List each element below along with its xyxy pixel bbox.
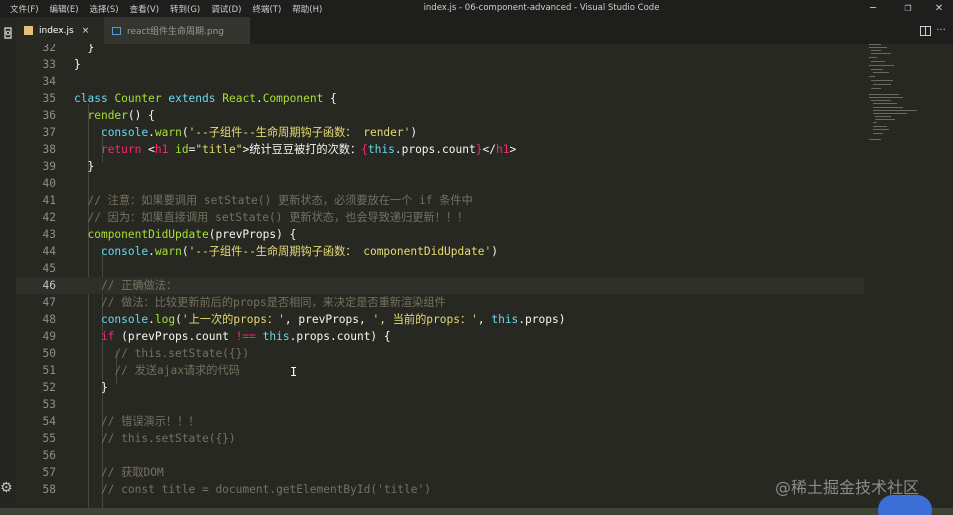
text-cursor-icon: I bbox=[290, 365, 298, 379]
status-bar bbox=[0, 508, 953, 515]
code-line-57: 57 // 获取DOM bbox=[42, 466, 164, 479]
code-line-33: 33 } bbox=[42, 58, 81, 71]
tab-bar: index.js × react组件生命周期.png ··· bbox=[16, 17, 953, 44]
tab-index-js[interactable]: index.js × bbox=[16, 17, 104, 44]
video-play-button[interactable] bbox=[878, 495, 932, 515]
code-line-45: 45 bbox=[42, 262, 56, 275]
code-line-38: 38 return <h1 id="title">统计豆豆被打的次数：{this… bbox=[42, 143, 517, 156]
code-line-37: 37 console.warn('--子组件--生命周期钩子函数： render… bbox=[42, 126, 418, 139]
code-line-52: 52 } bbox=[42, 381, 108, 394]
code-line-43: 43 componentDidUpdate(prevProps) { bbox=[42, 228, 297, 241]
code-line-58: 58 // const title = document.getElementB… bbox=[42, 483, 431, 496]
code-line-40: 40 bbox=[42, 177, 56, 190]
code-line-44: 44 console.warn('--子组件--生命周期钩子函数： compon… bbox=[42, 245, 498, 258]
minimap[interactable] bbox=[864, 44, 953, 508]
code-line-42: 42 // 因为：如果直接调用 setState() 更新状态，也会导致递归更新… bbox=[42, 211, 469, 224]
close-window-button[interactable]: ✕ bbox=[924, 0, 953, 17]
title-bar: 文件(F) 编辑(E) 选择(S) 查看(V) 转到(G) 调试(D) 终端(T… bbox=[0, 0, 953, 17]
tab-label: index.js bbox=[39, 25, 74, 36]
code-line-39: 39 } bbox=[42, 160, 95, 173]
code-line-50: 50 // this.setState({}) bbox=[42, 347, 250, 360]
code-line-56: 56 bbox=[42, 449, 56, 462]
code-line-49: 49 if (prevProps.count !== this.props.co… bbox=[42, 330, 391, 343]
code-line-41: 41 // 注意：如果要调用 setState() 更新状态，必须要放在一个 i… bbox=[42, 194, 473, 207]
minimize-button[interactable]: ─ bbox=[858, 0, 888, 17]
code-line-54: 54 // 错误演示！！！ bbox=[42, 415, 200, 428]
extensions-icon[interactable] bbox=[0, 26, 16, 43]
tab-lifecycle-png[interactable]: react组件生命周期.png bbox=[104, 17, 250, 44]
code-editor[interactable]: 32 } 33 } 34 35 class Counter extends Re… bbox=[16, 44, 864, 508]
code-line-32: 32 } bbox=[42, 44, 95, 54]
code-line-34: 34 bbox=[42, 75, 56, 88]
code-line-36: 36 render() { bbox=[42, 109, 155, 122]
window-title: index.js - 06-component-advanced - Visua… bbox=[423, 3, 660, 13]
image-file-icon bbox=[112, 26, 121, 35]
code-line-53: 53 bbox=[42, 398, 56, 411]
code-line-48: 48 console.log('上一次的props：', prevProps, … bbox=[42, 313, 566, 326]
javascript-file-icon bbox=[24, 26, 33, 35]
tab-label: react组件生命周期.png bbox=[127, 27, 225, 37]
code-line-47: 47 // 做法：比较更新前后的props是否相同，来决定是否重新渲染组件 bbox=[42, 296, 446, 309]
activity-bar bbox=[0, 17, 16, 508]
restore-button[interactable]: ❐ bbox=[893, 0, 923, 17]
settings-gear-icon[interactable]: ⚙ bbox=[0, 480, 13, 496]
code-line-35: 35 class Counter extends React.Component… bbox=[42, 92, 337, 105]
code-line-51: 51 // 发送ajax请求的代码 bbox=[42, 364, 240, 377]
code-line-46: 46 // 正确做法： bbox=[16, 277, 864, 294]
more-actions-icon[interactable]: ··· bbox=[932, 17, 950, 44]
code-line-55: 55 // this.setState({}) bbox=[42, 432, 236, 445]
close-tab-icon[interactable]: × bbox=[82, 26, 90, 36]
